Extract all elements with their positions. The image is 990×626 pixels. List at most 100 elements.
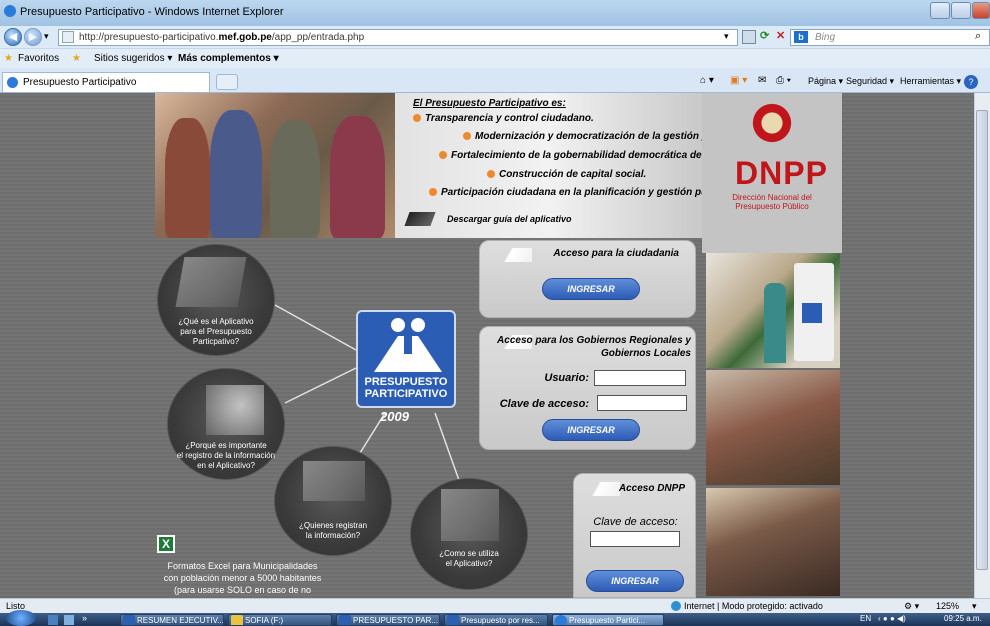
- circle-quienes[interactable]: ¿Quienes registran la información?: [274, 446, 392, 556]
- word-icon: [447, 615, 459, 625]
- word-icon: [339, 615, 351, 625]
- window-title: Presupuesto Participativo - Windows Inte…: [20, 6, 284, 18]
- new-tab-button[interactable]: [216, 74, 238, 90]
- taskbar-item-ie[interactable]: Presupuesto Partici...: [552, 614, 664, 626]
- feeds-icon[interactable]: ▣ ▾: [730, 75, 747, 86]
- workshop-photo: [706, 253, 840, 368]
- dnpp-logo-panel: DNPP Dirección Nacional del Presupuesto …: [702, 93, 842, 253]
- favorites-button[interactable]: Favoritos: [18, 53, 59, 64]
- refresh-icon[interactable]: ⟳: [760, 29, 769, 42]
- close-window-button[interactable]: [972, 2, 990, 19]
- citizen-ingresar-button[interactable]: INGRESAR: [542, 278, 640, 300]
- tray-icons[interactable]: ‹ ● ● ◀): [878, 614, 906, 623]
- book-image: [175, 257, 247, 307]
- tab-label: Presupuesto Participativo: [23, 77, 137, 88]
- pp-mini-logo: [802, 303, 822, 323]
- taskbar-item-sofia[interactable]: SOFIA (F:): [228, 614, 332, 626]
- maximize-button[interactable]: [951, 2, 971, 19]
- star-icon: ★: [4, 53, 13, 64]
- status-bar: Listo Internet | Modo protegido: activad…: [0, 598, 990, 613]
- add-favorite-icon[interactable]: ★: [72, 53, 81, 64]
- circle-que-es[interactable]: ¿Qué es el Aplicativo para el Presupuest…: [157, 244, 275, 356]
- security-menu[interactable]: Seguridad ▾: [846, 76, 894, 87]
- pp-logo: PRESUPUESTO PARTICIPATIVO: [356, 310, 456, 408]
- history-dropdown-icon[interactable]: ▾: [44, 31, 49, 42]
- citizen-access-title: Acceso para la ciudadania: [553, 248, 679, 259]
- book-icon: [404, 212, 436, 226]
- taskbar-label: SOFIA (F:): [245, 616, 284, 625]
- download-guide-link[interactable]: Descargar guía del aplicativo: [447, 214, 572, 224]
- intro-item-text: Transparencia y control ciudadano.: [425, 113, 594, 124]
- home-icon[interactable]: ⌂ ▾: [700, 75, 714, 86]
- chevron-right-icon[interactable]: »: [82, 613, 87, 623]
- zoom-dropdown-icon[interactable]: ▾: [972, 601, 977, 612]
- government-access-panel: Acceso para los Gobiernos Regionales y G…: [479, 326, 696, 450]
- taskbar-label: Presupuesto por res...: [461, 616, 540, 625]
- taskbar-item-presupuesto-res[interactable]: Presupuesto por res...: [444, 614, 548, 626]
- dnpp-ingresar-button[interactable]: INGRESAR: [586, 570, 684, 592]
- taskbar-item-presupuesto-par[interactable]: PRESUPUESTO PAR...: [336, 614, 440, 626]
- circle-porque[interactable]: ¿Porqué es importante el registro de la …: [167, 368, 285, 480]
- minimize-button[interactable]: [930, 2, 950, 19]
- bullet-icon: [439, 151, 447, 159]
- print-icon[interactable]: ⎙ ▾: [776, 75, 791, 86]
- scrollbar-thumb[interactable]: [976, 110, 988, 570]
- circle-text: Particpativo?: [192, 337, 240, 346]
- bullet-icon: [487, 170, 495, 178]
- compatibility-icon[interactable]: [742, 30, 756, 44]
- intro-heading: El Presupuesto Participativo es:: [413, 98, 566, 109]
- user-input[interactable]: [594, 370, 686, 386]
- search-input[interactable]: Bing: [790, 29, 990, 46]
- dnpp-password-label: Clave de acceso:: [593, 516, 678, 528]
- gov-password-input[interactable]: [597, 395, 687, 411]
- children-photo: [155, 93, 395, 238]
- circle-text: ¿Qué es el Aplicativo: [178, 317, 254, 326]
- taskbar-label: Presupuesto Partici...: [569, 616, 646, 625]
- dnpp-acronym: DNPP: [735, 155, 828, 191]
- intro-item-4: Construcción de capital social.: [487, 169, 646, 180]
- excel-formats-link[interactable]: Formatos Excel para Municipalidades con …: [150, 560, 335, 596]
- url-prefix: http://presupuesto-participativo.: [79, 32, 219, 43]
- pp-logo-line2: PARTICIPATIVO: [364, 388, 448, 400]
- stop-icon[interactable]: ✕: [776, 29, 785, 42]
- start-button[interactable]: [6, 610, 36, 626]
- forward-button[interactable]: ▶: [24, 28, 42, 46]
- bullet-icon: [463, 132, 471, 140]
- tools-menu[interactable]: Herramientas ▾: [900, 76, 961, 87]
- clock[interactable]: 09:25 a.m.: [944, 614, 982, 623]
- mail-icon[interactable]: ✉: [758, 75, 766, 86]
- person-image: [764, 283, 786, 363]
- dnpp-password-input[interactable]: [590, 531, 680, 547]
- url-dropdown-icon[interactable]: ▾: [724, 31, 729, 42]
- language-indicator[interactable]: EN: [860, 614, 871, 623]
- meeting-photo: [706, 488, 840, 596]
- dnpp-access-panel: Acceso DNPP Clave de acceso: INGRESAR: [573, 473, 696, 598]
- screen-image: [441, 489, 499, 541]
- citizen-access-panel: Acceso para la ciudadania INGRESAR: [479, 240, 696, 318]
- bing-icon: b: [794, 31, 808, 43]
- light-image: [206, 385, 264, 435]
- zoom-level[interactable]: 125%: [936, 601, 959, 611]
- pp-year: 2009: [380, 409, 409, 424]
- more-addons-link[interactable]: Más complementos ▾: [178, 53, 279, 64]
- pp-logo-line1: PRESUPUESTO: [364, 376, 448, 388]
- search-icon[interactable]: ⌕: [975, 30, 981, 43]
- page-menu[interactable]: Página ▾: [808, 76, 843, 87]
- intro-item-text: Fortalecimiento de la gobernabilidad dem…: [451, 150, 730, 161]
- protected-mode-icon[interactable]: ⚙ ▾: [904, 601, 919, 612]
- help-icon[interactable]: ?: [964, 75, 978, 89]
- excel-icon[interactable]: X: [157, 535, 175, 553]
- circle-text: ¿Porqué es importante: [185, 441, 267, 450]
- taskbar-item-resumen[interactable]: RESUMEN EJECUTIV...: [120, 614, 224, 626]
- tab-presupuesto[interactable]: Presupuesto Participativo: [2, 72, 210, 92]
- quicklaunch-icon[interactable]: [64, 615, 74, 625]
- assembly-photo: [706, 370, 840, 485]
- back-button[interactable]: ◀: [4, 28, 22, 46]
- gov-ingresar-button[interactable]: INGRESAR: [542, 419, 640, 441]
- window-titlebar: Presupuesto Participativo - Windows Inte…: [0, 0, 990, 26]
- url-input[interactable]: http://presupuesto-participativo.mef.gob…: [58, 29, 738, 46]
- circle-como[interactable]: ¿Como se utiliza el Aplicativo?: [410, 478, 528, 590]
- show-desktop-icon[interactable]: [48, 615, 58, 625]
- bullet-icon: [429, 188, 437, 196]
- suggested-sites-link[interactable]: Sitios sugeridos ▾: [94, 53, 172, 64]
